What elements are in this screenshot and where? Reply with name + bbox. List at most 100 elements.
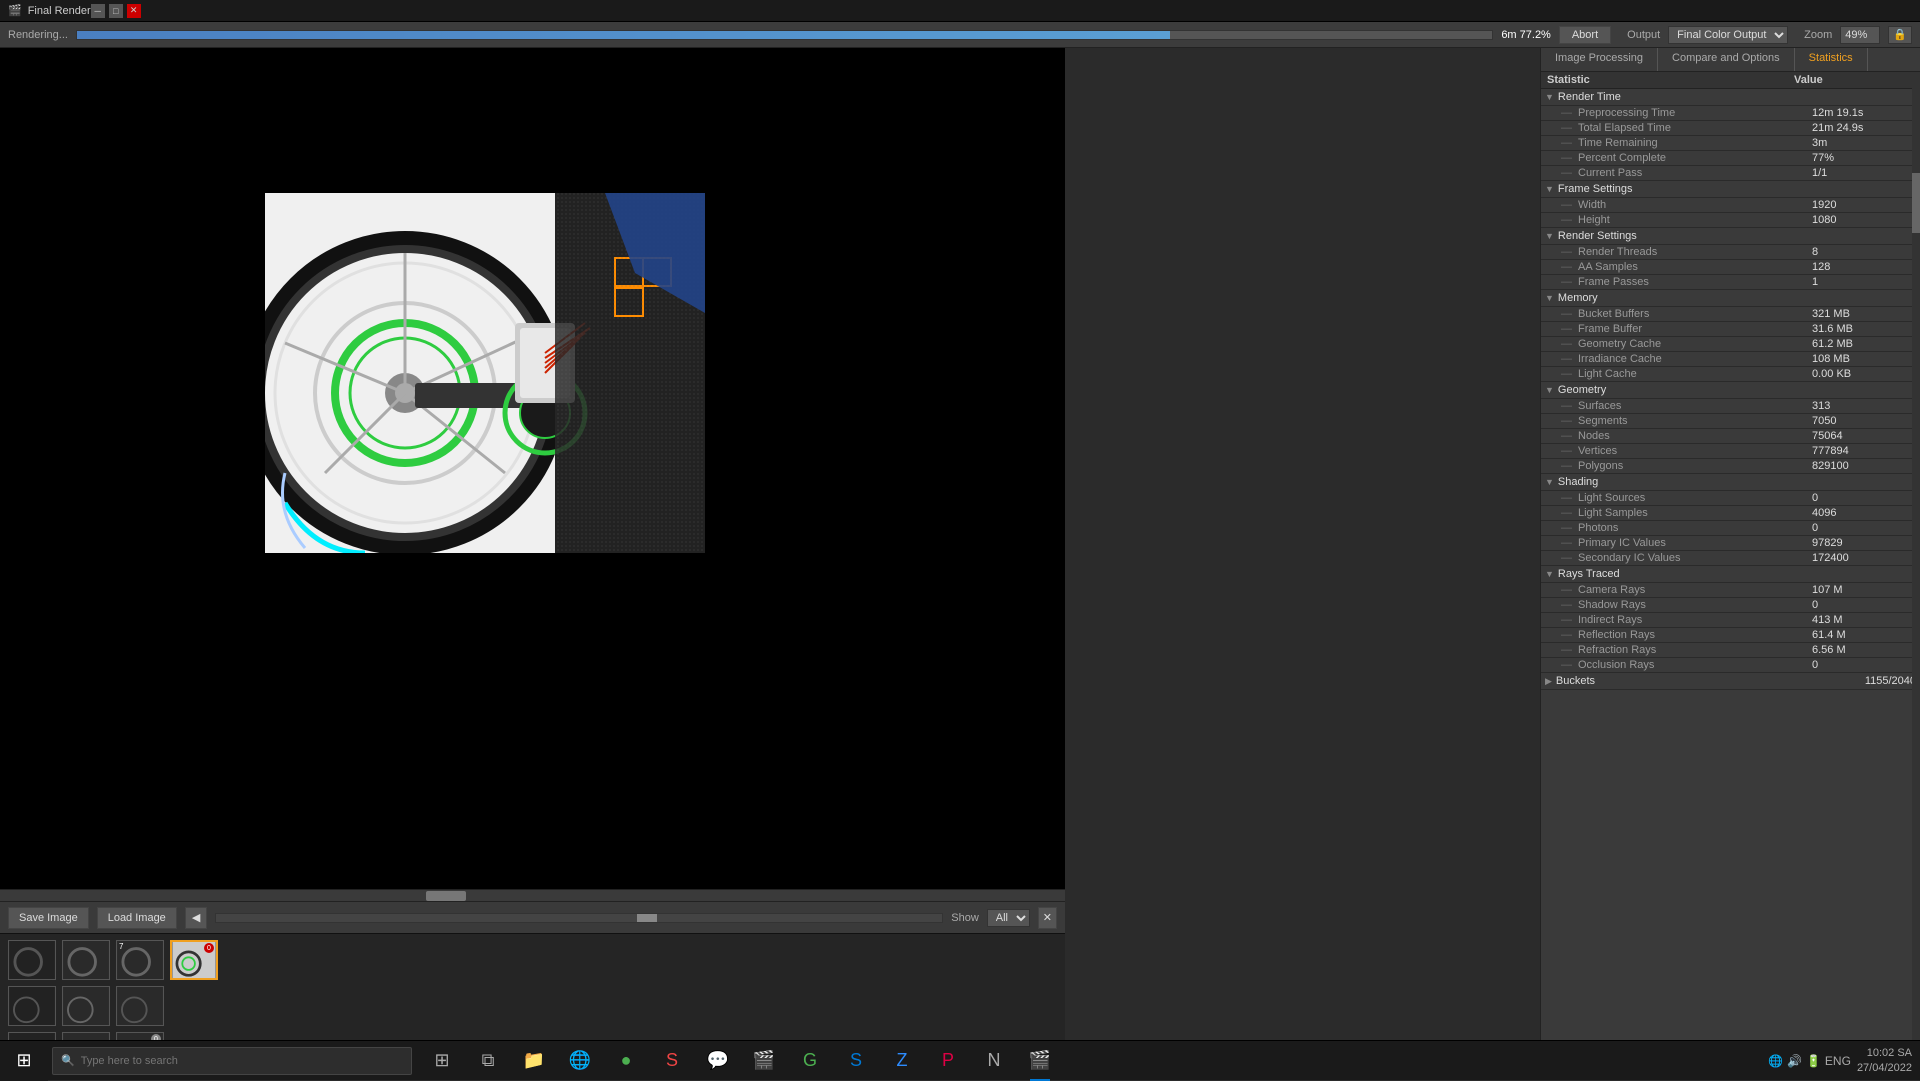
show-select[interactable]: All — [987, 909, 1030, 927]
taskbar-apps: ⊞ ⧉ 📁 🌐 ● S 💬 🎬 G S Z P N 🎬 — [420, 1041, 1062, 1081]
taskbar-app-6[interactable]: 💬 — [696, 1041, 740, 1081]
search-box[interactable]: 🔍 — [52, 1047, 412, 1075]
stat-irradiance-cache: — Irradiance Cache 108 MB — [1541, 352, 1920, 367]
stat-shadow-rays: — Shadow Rays 0 — [1541, 598, 1920, 613]
group-geometry[interactable]: ▼ Geometry — [1541, 382, 1920, 399]
taskbar-powerpoint[interactable]: P — [926, 1041, 970, 1081]
stat-geometry-cache: — Geometry Cache 61.2 MB — [1541, 337, 1920, 352]
maximize-button[interactable]: □ — [109, 4, 123, 18]
stat-primary-ic: — Primary IC Values 97829 — [1541, 536, 1920, 551]
taskbar-task-view[interactable]: ⧉ — [466, 1041, 510, 1081]
vertical-scrollbar[interactable] — [1912, 72, 1920, 1080]
sys-tray-icons: 🌐 🔊 🔋 ENG — [1768, 1054, 1851, 1068]
taskbar-app-9[interactable]: S — [834, 1041, 878, 1081]
thumbnail-1[interactable] — [8, 940, 56, 980]
taskbar-app-8[interactable]: G — [788, 1041, 832, 1081]
stat-light-cache: — Light Cache 0.00 KB — [1541, 367, 1920, 382]
bottom-toolbar: Save Image Load Image ◀ Show All ✕ — [0, 901, 1065, 933]
prev-button[interactable]: ◀ — [185, 907, 207, 929]
buckets-value: 1155/2040 — [1865, 675, 1916, 687]
taskbar-file-explorer[interactable]: 📁 — [512, 1041, 556, 1081]
stat-aa-samples: — AA Samples 128 — [1541, 260, 1920, 275]
taskbar-finalrender[interactable]: 🎬 — [1018, 1041, 1062, 1081]
stat-indirect-rays: — Indirect Rays 413 M — [1541, 613, 1920, 628]
thumbnail-empty-1 — [170, 986, 218, 1026]
stats-table: ▼ Render Time — Preprocessing Time 12m 1… — [1541, 89, 1920, 1080]
taskbar-app-7[interactable]: 🎬 — [742, 1041, 786, 1081]
output-label: Output — [1627, 29, 1660, 41]
taskbar-chrome[interactable]: ● — [604, 1041, 648, 1081]
volume-icon: 🔊 — [1787, 1054, 1802, 1068]
taskbar-right: 🌐 🔊 🔋 ENG 10:02 SA 27/04/2022 — [1768, 1046, 1920, 1075]
output-select[interactable]: Final Color Output — [1668, 26, 1788, 44]
start-button[interactable]: ⊞ — [0, 1041, 48, 1081]
group-label: Geometry — [1558, 384, 1606, 396]
clock-date: 27/04/2022 — [1857, 1061, 1912, 1075]
main-toolbar: Rendering... 6m 77.2% Abort Output Final… — [0, 22, 1920, 48]
stat-height: — Height 1080 — [1541, 213, 1920, 228]
group-render-time[interactable]: ▼ Render Time — [1541, 89, 1920, 106]
stat-light-sources: — Light Sources 0 — [1541, 491, 1920, 506]
title-bar: 🎬 Final Render ─ □ ✕ — [0, 0, 1920, 22]
taskbar-zoom[interactable]: Z — [880, 1041, 924, 1081]
load-image-button[interactable]: Load Image — [97, 907, 177, 929]
render-status: Rendering... — [8, 29, 68, 41]
group-buckets[interactable]: ▶ Buckets 1155/2040 — [1541, 673, 1920, 690]
search-input[interactable] — [81, 1055, 403, 1067]
stat-frame-passes: — Frame Passes 1 — [1541, 275, 1920, 290]
stat-secondary-ic: — Secondary IC Values 172400 — [1541, 551, 1920, 566]
tab-compare-options[interactable]: Compare and Options — [1658, 48, 1795, 71]
tab-statistics[interactable]: Statistics — [1795, 48, 1868, 71]
stat-frame-buffer: — Frame Buffer 31.6 MB — [1541, 322, 1920, 337]
thumbnail-3[interactable]: 7 — [116, 940, 164, 980]
close-button[interactable]: ✕ — [127, 4, 141, 18]
progress-bar-container — [76, 30, 1493, 40]
taskbar-app-5[interactable]: S — [650, 1041, 694, 1081]
search-icon: 🔍 — [61, 1054, 75, 1067]
zoom-lock-button[interactable]: 🔒 — [1888, 26, 1912, 44]
thumbnail-2[interactable] — [62, 940, 110, 980]
stat-refraction-rays: — Refraction Rays 6.56 M — [1541, 643, 1920, 658]
stat-segments: — Segments 7050 — [1541, 414, 1920, 429]
image-scroll-thumb[interactable] — [637, 914, 657, 922]
stat-light-samples: — Light Samples 4096 — [1541, 506, 1920, 521]
network-icon: 🌐 — [1768, 1054, 1783, 1068]
stat-nodes: — Nodes 75064 — [1541, 429, 1920, 444]
stat-photons: — Photons 0 — [1541, 521, 1920, 536]
horizontal-scrollbar[interactable] — [0, 889, 1065, 901]
progress-bar-fill — [77, 31, 1170, 39]
thumbnail-4[interactable]: 0 — [170, 940, 218, 980]
group-render-settings[interactable]: ▼ Render Settings — [1541, 228, 1920, 245]
group-memory[interactable]: ▼ Memory — [1541, 290, 1920, 307]
render-image — [265, 193, 705, 553]
taskbar-app-11[interactable]: N — [972, 1041, 1016, 1081]
zoom-input[interactable] — [1840, 26, 1880, 44]
thumbnail-5[interactable] — [8, 986, 56, 1026]
group-label: Frame Settings — [1558, 183, 1633, 195]
abort-button[interactable]: Abort — [1559, 26, 1611, 44]
image-scrollbar[interactable] — [215, 913, 943, 923]
thumbnail-6[interactable] — [62, 986, 110, 1026]
badge-4: 0 — [204, 943, 214, 953]
vscroll-thumb[interactable] — [1912, 173, 1920, 233]
taskbar-windows-button[interactable]: ⊞ — [420, 1041, 464, 1081]
show-close-button[interactable]: ✕ — [1038, 907, 1057, 929]
stat-occlusion-rays: — Occlusion Rays 0 — [1541, 658, 1920, 673]
expand-arrow: ▼ — [1545, 92, 1554, 102]
tab-image-processing[interactable]: Image Processing — [1541, 48, 1658, 71]
group-rays-traced[interactable]: ▼ Rays Traced — [1541, 566, 1920, 583]
thumbnail-7[interactable] — [116, 986, 164, 1026]
render-area: Save Image Load Image ◀ Show All ✕ — [0, 48, 1065, 1080]
group-frame-settings[interactable]: ▼ Frame Settings — [1541, 181, 1920, 198]
progress-text: 6m 77.2% — [1501, 29, 1551, 41]
taskbar-edge[interactable]: 🌐 — [558, 1041, 602, 1081]
save-image-button[interactable]: Save Image — [8, 907, 89, 929]
language-icon: ENG — [1825, 1054, 1851, 1068]
stat-reflection-rays: — Reflection Rays 61.4 M — [1541, 628, 1920, 643]
window-title: Final Render — [28, 5, 91, 17]
app-icon: 🎬 — [8, 4, 22, 17]
hscroll-thumb[interactable] — [426, 891, 466, 901]
group-shading[interactable]: ▼ Shading — [1541, 474, 1920, 491]
stat-polygons: — Polygons 829100 — [1541, 459, 1920, 474]
minimize-button[interactable]: ─ — [91, 4, 105, 18]
